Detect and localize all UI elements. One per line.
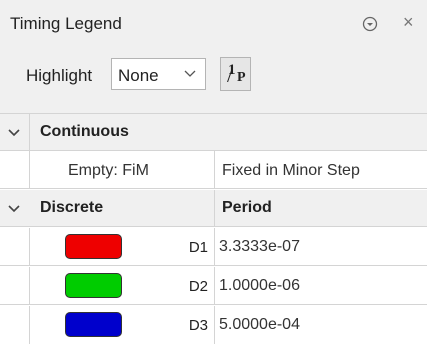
- continuous-item-value: Fixed in Minor Step: [222, 162, 360, 179]
- timing-legend-panel: Timing Legend × Highlight None 1 / P Con…: [0, 0, 427, 344]
- color-swatch-green[interactable]: [65, 273, 122, 298]
- panel-titlebar: Timing Legend ×: [0, 0, 427, 44]
- period-value: 5.0000e-04: [219, 316, 300, 333]
- group-row-continuous[interactable]: Continuous: [0, 114, 427, 151]
- divider: [214, 151, 215, 189]
- divider: [214, 267, 215, 305]
- color-swatch-blue[interactable]: [65, 312, 122, 337]
- divider: [29, 267, 30, 305]
- period-value: 3.3333e-07: [219, 238, 300, 255]
- period-value: 1.0000e-06: [219, 277, 300, 294]
- chevron-down-icon: [184, 70, 196, 77]
- signal-name: D2: [188, 278, 208, 295]
- divider: [214, 190, 215, 227]
- chevron-down-icon[interactable]: [8, 204, 20, 214]
- continuous-item-name: Empty: FiM: [68, 162, 149, 179]
- column-header-period: Period: [222, 199, 272, 216]
- highlight-select-value: None: [118, 66, 159, 85]
- highlight-select[interactable]: None: [111, 58, 206, 90]
- signal-name: D1: [188, 239, 208, 256]
- legend-table: Continuous Empty: FiM Fixed in Minor Ste…: [0, 113, 427, 344]
- inverse-denominator: P: [237, 70, 246, 85]
- inverse-slash: /: [227, 62, 234, 87]
- divider: [214, 228, 215, 266]
- panel-menu-icon[interactable]: [362, 16, 378, 32]
- table-row[interactable]: Empty: FiM Fixed in Minor Step: [0, 151, 427, 189]
- inverse-period-button[interactable]: 1 / P: [220, 57, 251, 91]
- table-row[interactable]: D2 1.0000e-06: [0, 267, 427, 305]
- panel-title: Timing Legend: [10, 14, 122, 33]
- divider: [29, 306, 30, 344]
- divider: [214, 306, 215, 344]
- table-row[interactable]: D3 5.0000e-04: [0, 306, 427, 344]
- group-row-discrete[interactable]: Discrete Period: [0, 190, 427, 227]
- close-icon[interactable]: ×: [403, 13, 414, 31]
- divider: [29, 114, 30, 151]
- signal-name: D3: [188, 317, 208, 334]
- group-label-continuous: Continuous: [40, 123, 129, 140]
- divider: [29, 228, 30, 266]
- chevron-down-icon[interactable]: [8, 128, 20, 138]
- divider: [29, 151, 30, 189]
- color-swatch-red[interactable]: [65, 234, 122, 259]
- highlight-label: Highlight: [26, 66, 93, 85]
- group-label-discrete: Discrete: [40, 199, 104, 216]
- table-row[interactable]: D1 3.3333e-07: [0, 228, 427, 266]
